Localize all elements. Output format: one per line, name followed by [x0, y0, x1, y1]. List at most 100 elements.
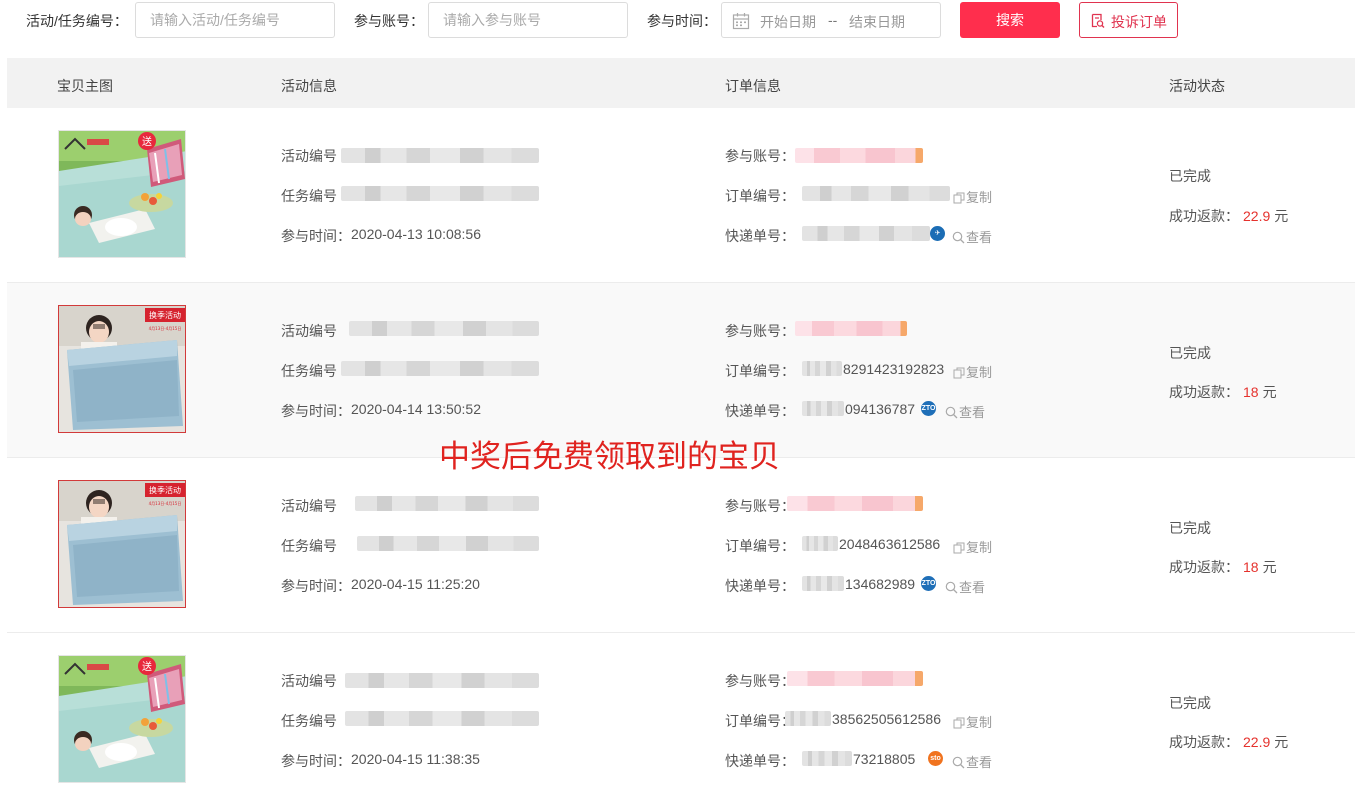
refund-amount: 18 [1243, 559, 1259, 575]
copy-icon [953, 717, 965, 729]
order-no-redacted [785, 711, 831, 726]
status-text: 已完成 [1169, 520, 1211, 536]
copy-order-button[interactable]: 复制 [953, 712, 992, 731]
activity-no-label: 活动编号 [281, 673, 337, 689]
copy-order-button[interactable]: 复制 [953, 187, 992, 206]
complain-order-button[interactable]: 投诉订单 [1079, 2, 1178, 38]
tracking-no-label: 快递单号： [725, 228, 795, 244]
order-no-label: 订单编号： [725, 538, 795, 554]
account-label: 参与账号： [725, 673, 795, 689]
activity-no-label: 活动编号 [281, 498, 337, 514]
date-range-picker[interactable]: 开始日期 -- 结束日期 [721, 2, 941, 38]
tracking-no-value: 73218805 [853, 751, 916, 767]
product-thumbnail[interactable]: 换季活动 4月13日-4月15日 [58, 480, 186, 608]
tracking-no-redacted [802, 401, 844, 416]
refund-info: 成功返款： 18 元 [1169, 384, 1277, 400]
refund-info: 成功返款： 22.9 元 [1169, 734, 1289, 750]
task-no-label: 任务编号 [281, 363, 337, 379]
date-start-input[interactable]: 开始日期 [760, 12, 816, 32]
complain-order-label: 投诉订单 [1111, 14, 1167, 30]
table-header: 宝贝主图 活动信息 订单信息 活动状态 [7, 58, 1355, 108]
svg-text:换季活动: 换季活动 [149, 310, 181, 320]
sto-icon: sto [928, 751, 943, 766]
activity-filter-label: 活动/任务编号： [26, 13, 128, 29]
join-time-label: 参与时间： [281, 228, 351, 244]
join-time-label: 参与时间： [281, 578, 351, 594]
svg-text:4月13日-4月15日: 4月13日-4月15日 [149, 501, 182, 506]
magnifier-icon [945, 581, 958, 594]
tracking-no-redacted [802, 751, 852, 766]
join-time-value: 2020-04-15 11:38:35 [351, 751, 480, 767]
column-header-activity-info: 活动信息 [281, 78, 337, 94]
table-row: 换季活动 4月13日-4月15日 活动编号 任务编号 参与时间： 2020-04… [7, 458, 1355, 633]
date-end-input[interactable]: 结束日期 [849, 12, 905, 32]
refund-info: 成功返款： 18 元 [1169, 559, 1277, 575]
complaint-icon [1091, 13, 1105, 28]
annotation-text: 中奖后免费领取到的宝贝 [439, 439, 780, 475]
product-thumbnail[interactable]: 送 [58, 130, 186, 258]
copy-order-button[interactable]: 复制 [953, 537, 992, 556]
copy-order-button[interactable]: 复制 [953, 362, 992, 381]
filter-bar: 活动/任务编号： 参与账号： 参与时间： 开始日期 -- 结束日期 搜索 投诉订… [0, 0, 1355, 44]
magnifier-icon [952, 756, 965, 769]
storage-box-image: 换季活动 4月13日-4月15日 [59, 306, 185, 432]
time-filter-label: 参与时间： [647, 13, 717, 29]
activity-no-redacted [345, 673, 539, 688]
tracking-no-redacted [802, 576, 844, 591]
refund-amount: 22.9 [1243, 734, 1271, 750]
svg-text:4月13日-4月15日: 4月13日-4月15日 [149, 326, 182, 331]
table-row: 送 活动编号 任务编号 参与时间： 2020-04-13 10:08:56 参与… [7, 108, 1355, 283]
tracking-no-label: 快递单号： [725, 753, 795, 769]
svg-text:送: 送 [142, 135, 152, 148]
account-redacted [787, 496, 923, 511]
copy-icon [953, 367, 965, 379]
tracking-no-redacted [802, 226, 930, 241]
status-text: 已完成 [1169, 168, 1211, 184]
tracking-no-value: 134682989 [845, 576, 916, 592]
tracking-no-label: 快递单号： [725, 578, 795, 594]
account-label: 参与账号： [725, 323, 795, 339]
svg-text:送: 送 [142, 660, 152, 673]
activity-search-input[interactable] [135, 2, 335, 38]
camping-mat-image: 送 [59, 131, 185, 257]
magnifier-icon [945, 406, 958, 419]
refund-amount: 22.9 [1243, 208, 1271, 224]
task-no-label: 任务编号 [281, 188, 337, 204]
task-no-redacted [341, 186, 539, 201]
column-header-activity-status: 活动状态 [1169, 78, 1225, 94]
account-search-input[interactable] [428, 2, 628, 38]
account-filter-label: 参与账号： [354, 13, 424, 29]
activity-no-redacted [341, 148, 539, 163]
task-no-label: 任务编号 [281, 538, 337, 554]
column-header-order-info: 订单信息 [725, 78, 781, 94]
account-redacted [795, 321, 907, 336]
search-button[interactable]: 搜索 [960, 2, 1060, 38]
join-time-label: 参与时间： [281, 753, 351, 769]
join-time-label: 参与时间： [281, 403, 351, 419]
view-tracking-button[interactable]: 查看 [945, 402, 985, 421]
product-thumbnail[interactable]: 换季活动 4月13日-4月15日 [58, 305, 186, 433]
view-tracking-button[interactable]: 查看 [952, 752, 992, 771]
order-no-redacted [802, 186, 950, 201]
product-thumbnail[interactable]: 送 [58, 655, 186, 783]
copy-icon [953, 542, 965, 554]
join-time-value: 2020-04-13 10:08:56 [351, 226, 481, 242]
zto-icon: ZTO [921, 576, 936, 591]
activity-no-redacted [349, 321, 539, 336]
express-icon: ✈ [930, 226, 945, 241]
refund-amount: 18 [1243, 384, 1259, 400]
view-tracking-button[interactable]: 查看 [952, 227, 992, 246]
task-no-redacted [341, 361, 539, 376]
table-row: 送 活动编号 任务编号 参与时间： 2020-04-15 11:38:35 参与… [7, 633, 1355, 801]
column-header-product-image: 宝贝主图 [57, 78, 113, 94]
activity-no-label: 活动编号 [281, 148, 337, 164]
order-no-redacted [802, 361, 842, 376]
zto-icon: ZTO [921, 401, 936, 416]
order-no-value: 38562505612586 [832, 711, 942, 727]
task-no-redacted [357, 536, 539, 551]
order-no-label: 订单编号： [725, 188, 795, 204]
view-tracking-button[interactable]: 查看 [945, 577, 985, 596]
task-no-label: 任务编号 [281, 713, 337, 729]
storage-box-image: 换季活动 4月13日-4月15日 [59, 481, 185, 607]
activity-no-redacted [355, 496, 539, 511]
